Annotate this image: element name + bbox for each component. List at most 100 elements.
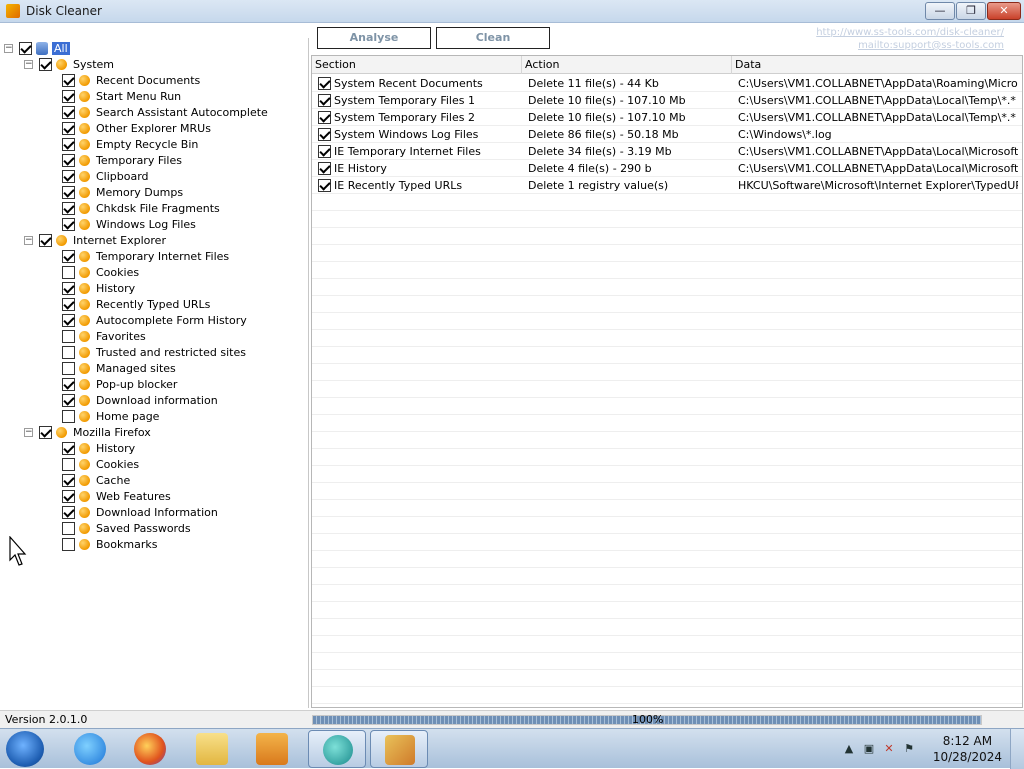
collapse-toggle-icon[interactable]: − <box>24 59 33 69</box>
show-desktop-button[interactable] <box>1010 729 1024 769</box>
firefox-icon[interactable] <box>134 733 166 765</box>
tree-item[interactable]: Favorites <box>62 328 146 344</box>
item-checkbox[interactable] <box>62 201 75 215</box>
tree-item[interactable]: Cache <box>62 472 130 488</box>
collapse-toggle-icon[interactable]: − <box>24 427 33 437</box>
tree-item[interactable]: Empty Recycle Bin <box>62 136 198 152</box>
show-hidden-icons-icon[interactable]: ▲ <box>842 742 856 756</box>
close-button[interactable]: ✕ <box>987 2 1021 20</box>
tree-root[interactable]: − All <box>4 40 70 56</box>
tree-group[interactable]: − Internet Explorer <box>24 232 166 248</box>
item-checkbox[interactable] <box>62 393 75 407</box>
email-link[interactable]: mailto:support@ss-tools.com <box>816 39 1004 52</box>
tree-item[interactable]: History <box>62 280 135 296</box>
tree-item[interactable]: Memory Dumps <box>62 184 183 200</box>
table-row[interactable]: System Windows Log Files Delete 86 file(s… <box>312 126 1022 143</box>
tree-item[interactable]: Other Explorer MRUs <box>62 120 211 136</box>
tree-item[interactable]: Cookies <box>62 456 139 472</box>
tree-item[interactable]: Windows Log Files <box>62 216 196 232</box>
tree-group[interactable]: − System <box>24 56 114 72</box>
internet-explorer-icon[interactable] <box>74 733 106 765</box>
tree-item[interactable]: Home page <box>62 408 159 424</box>
item-checkbox[interactable] <box>62 249 75 263</box>
tree-item[interactable]: Pop-up blocker <box>62 376 177 392</box>
tree-item[interactable]: History <box>62 440 135 456</box>
group-checkbox[interactable] <box>39 57 52 71</box>
root-checkbox[interactable] <box>19 41 32 55</box>
tree-item[interactable]: Temporary Files <box>62 152 182 168</box>
item-checkbox[interactable] <box>62 137 75 151</box>
analyse-button[interactable]: Analyse <box>317 27 431 49</box>
table-row[interactable]: IE History Delete 4 file(s) - 290 b C:\Use… <box>312 160 1022 177</box>
action-center-flag-icon[interactable]: ⚑ <box>902 742 916 756</box>
tree-item[interactable]: Autocomplete Form History <box>62 312 247 328</box>
row-checkbox[interactable] <box>318 128 331 141</box>
tree-item[interactable]: Temporary Internet Files <box>62 248 229 264</box>
row-checkbox[interactable] <box>318 111 331 124</box>
item-checkbox[interactable] <box>62 121 75 135</box>
tree-item[interactable]: Bookmarks <box>62 536 157 552</box>
item-checkbox[interactable] <box>62 265 75 279</box>
start-button-icon[interactable] <box>6 731 44 767</box>
tree-item[interactable]: Cookies <box>62 264 139 280</box>
item-checkbox[interactable] <box>62 297 75 311</box>
tree-item[interactable]: Recent Documents <box>62 72 200 88</box>
item-checkbox[interactable] <box>62 441 75 455</box>
column-header-data[interactable]: Data <box>732 56 1022 74</box>
item-checkbox[interactable] <box>62 281 75 295</box>
item-checkbox[interactable] <box>62 153 75 167</box>
tree-item[interactable]: Start Menu Run <box>62 88 181 104</box>
item-checkbox[interactable] <box>62 169 75 183</box>
tree-item[interactable]: Trusted and restricted sites <box>62 344 246 360</box>
row-checkbox[interactable] <box>318 94 331 107</box>
group-checkbox[interactable] <box>39 233 52 247</box>
table-row[interactable]: System Temporary Files 1 Delete 10 file(s… <box>312 92 1022 109</box>
tree-item[interactable]: Search Assistant Autocomplete <box>62 104 268 120</box>
item-checkbox[interactable] <box>62 473 75 487</box>
table-row[interactable]: IE Temporary Internet Files Delete 34 fil… <box>312 143 1022 160</box>
volume-muted-icon[interactable]: ✕ <box>882 742 896 756</box>
item-checkbox[interactable] <box>62 521 75 535</box>
row-checkbox[interactable] <box>318 162 331 175</box>
item-checkbox[interactable] <box>62 185 75 199</box>
tree-item[interactable]: Chkdsk File Fragments <box>62 200 220 216</box>
system-clock[interactable]: 8:12 AM 10/28/2024 <box>933 733 1002 765</box>
item-checkbox[interactable] <box>62 73 75 87</box>
tree-item[interactable]: Managed sites <box>62 360 176 376</box>
column-header-action[interactable]: Action <box>522 56 732 74</box>
tree-item[interactable]: Clipboard <box>62 168 149 184</box>
group-checkbox[interactable] <box>39 425 52 439</box>
item-checkbox[interactable] <box>62 505 75 519</box>
item-checkbox[interactable] <box>62 361 75 375</box>
collapse-toggle-icon[interactable]: − <box>4 43 13 53</box>
network-icon[interactable]: ▣ <box>862 742 876 756</box>
minimize-button[interactable]: — <box>925 2 955 20</box>
table-row[interactable]: IE Recently Typed URLs Delete 1 registry … <box>312 177 1022 194</box>
item-checkbox[interactable] <box>62 457 75 471</box>
item-checkbox[interactable] <box>62 537 75 551</box>
taskbar-app-active-1[interactable] <box>308 730 366 768</box>
tree-item[interactable]: Recently Typed URLs <box>62 296 210 312</box>
tree-group[interactable]: − Mozilla Firefox <box>24 424 151 440</box>
tree-item[interactable]: Web Features <box>62 488 171 504</box>
collapse-toggle-icon[interactable]: − <box>24 235 33 245</box>
maximize-button[interactable]: ❐ <box>956 2 986 20</box>
item-checkbox[interactable] <box>62 345 75 359</box>
tree-item[interactable]: Saved Passwords <box>62 520 191 536</box>
taskbar-disk-cleaner[interactable] <box>370 730 428 768</box>
table-row[interactable]: System Temporary Files 2 Delete 10 file(s… <box>312 109 1022 126</box>
item-checkbox[interactable] <box>62 105 75 119</box>
item-checkbox[interactable] <box>62 313 75 327</box>
item-checkbox[interactable] <box>62 409 75 423</box>
row-checkbox[interactable] <box>318 77 331 90</box>
item-checkbox[interactable] <box>62 217 75 231</box>
website-link[interactable]: http://www.ss-tools.com/disk-cleaner/ <box>816 26 1004 39</box>
item-checkbox[interactable] <box>62 377 75 391</box>
column-header-section[interactable]: Section <box>312 56 522 74</box>
row-checkbox[interactable] <box>318 179 331 192</box>
table-row[interactable]: System Recent Documents Delete 11 file(s)… <box>312 75 1022 92</box>
item-checkbox[interactable] <box>62 89 75 103</box>
tree-item[interactable]: Download Information <box>62 504 218 520</box>
clean-button[interactable]: Clean <box>436 27 550 49</box>
item-checkbox[interactable] <box>62 329 75 343</box>
